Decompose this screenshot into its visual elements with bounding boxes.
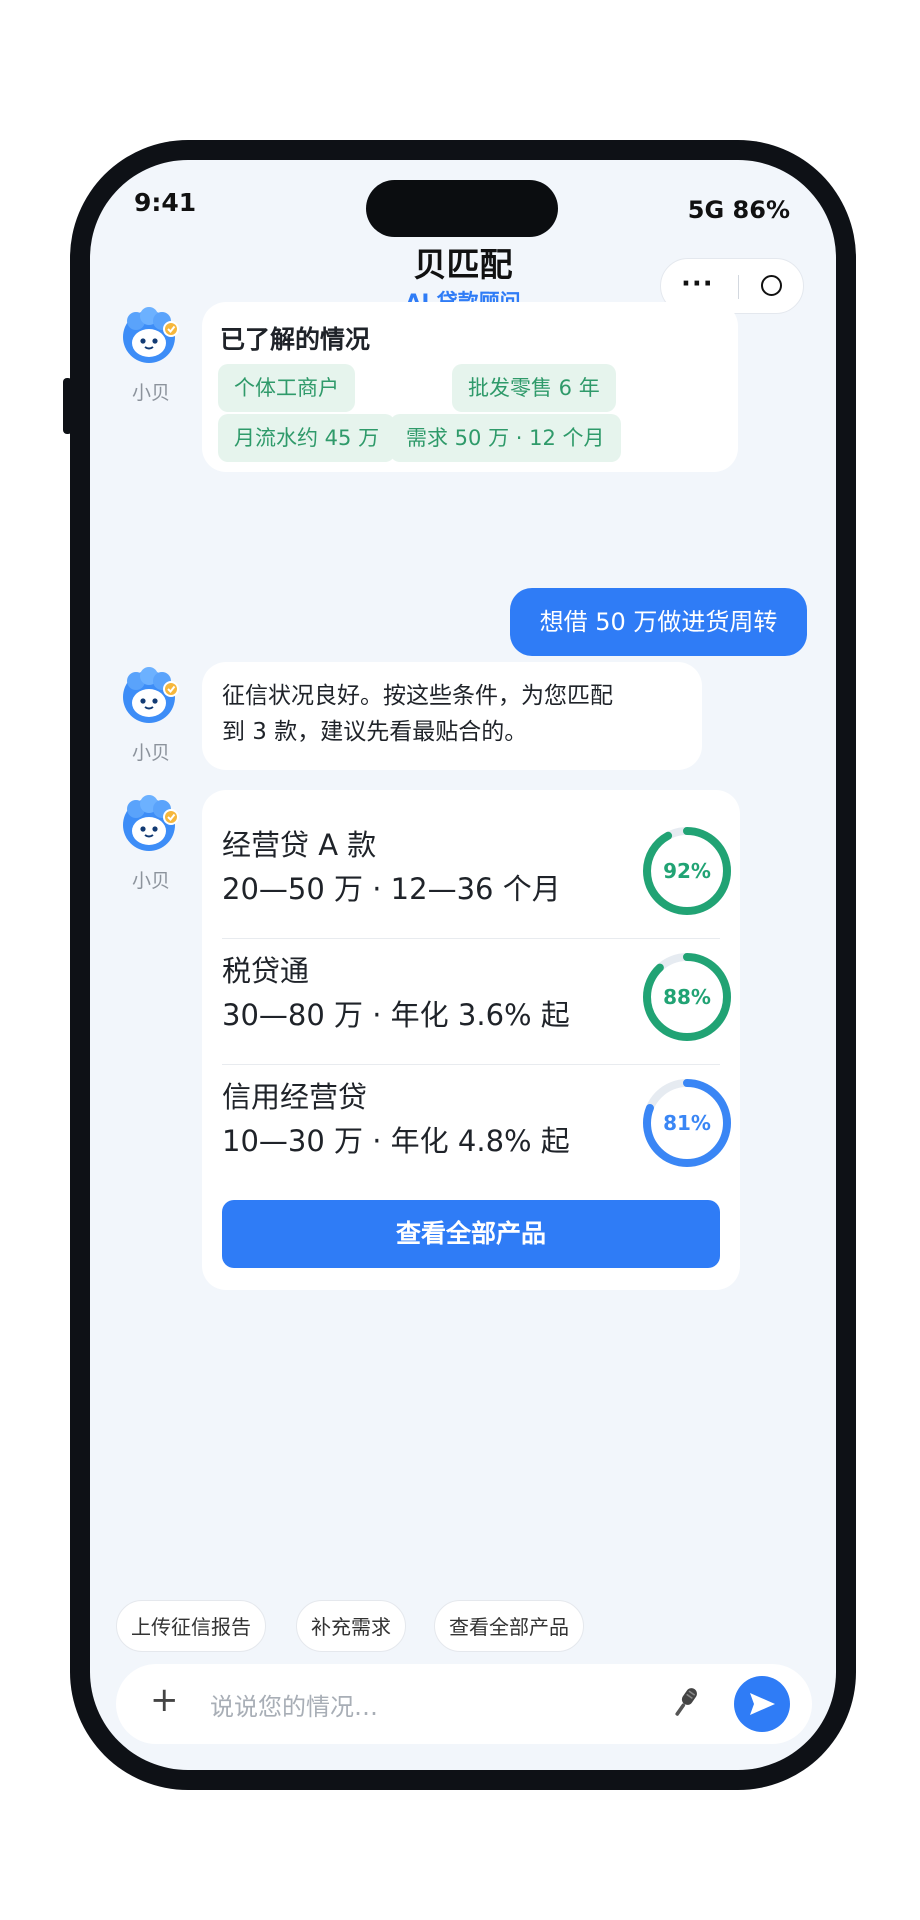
product-terms: 30—80 万 · 年化 3.6% 起 [222, 998, 570, 1032]
more-button[interactable]: ··· [681, 269, 721, 299]
info-tag: 月流水约 45 万 [218, 414, 396, 462]
plus-icon[interactable]: + [150, 1680, 179, 1720]
product-terms: 20—50 万 · 12—36 个月 [222, 872, 561, 906]
match-percent: 92% [663, 859, 711, 883]
match-percent: 88% [663, 985, 711, 1009]
quick-reply-add-requirements[interactable]: 补充需求 [296, 1600, 406, 1652]
assistant-avatar-block: 小贝 [120, 306, 182, 405]
product-name: 信用经营贷 [222, 1080, 368, 1114]
assistant-reply-bubble: 征信状况良好。按这些条件，为您匹配 到 3 款，建议先看最贴合的。 [202, 662, 702, 770]
product-list-card: 经营贷 A 款 20—50 万 · 12—36 个月 92% 税贷通 30—80… [202, 790, 740, 1290]
capsule-divider [738, 275, 739, 299]
row-divider [222, 938, 720, 939]
row-divider [222, 1064, 720, 1065]
message-input[interactable]: 说说您的情况… [210, 1687, 378, 1722]
assistant-avatar-block: 小贝 [120, 666, 182, 765]
assistant-reply-text: 征信状况良好。按这些条件，为您匹配 到 3 款，建议先看最贴合的。 [222, 678, 613, 750]
match-gauge: 92% [642, 826, 732, 916]
reply-line: 征信状况良好。按这些条件，为您匹配 [222, 683, 613, 709]
message-composer: + 说说您的情况… [116, 1664, 812, 1744]
product-terms: 10—30 万 · 年化 4.8% 起 [222, 1124, 570, 1158]
assistant-avatar-icon [123, 307, 179, 363]
product-name: 经营贷 A 款 [222, 828, 377, 862]
assistant-avatar-icon [123, 795, 179, 851]
send-arrow-icon [750, 1693, 775, 1715]
match-gauge: 88% [642, 952, 732, 1042]
assistant-name: 小贝 [131, 742, 170, 764]
send-button[interactable] [734, 1676, 790, 1732]
info-tag: 个体工商户 [218, 364, 355, 412]
assistant-name: 小贝 [131, 382, 170, 404]
view-all-products-button[interactable]: 查看全部产品 [222, 1200, 720, 1268]
assistant-name: 小贝 [131, 870, 170, 892]
info-tag: 需求 50 万 · 12 个月 [390, 414, 621, 462]
phone-frame: 9:41 5G 86% 贝匹配 AI 贷款顾问 ··· [70, 140, 856, 1790]
status-network-battery: 5G 86% [687, 196, 790, 224]
quick-reply-upload-credit-report[interactable]: 上传征信报告 [116, 1600, 266, 1652]
status-time: 9:41 [134, 188, 197, 217]
dynamic-island [366, 180, 558, 237]
info-tag: 批发零售 6 年 [452, 364, 616, 412]
known-info-card: 已了解的情况 个体工商户 批发零售 6 年 月流水约 45 万 需求 50 万 … [202, 302, 738, 472]
known-info-title: 已了解的情况 [220, 325, 371, 354]
assistant-avatar-icon [123, 667, 179, 723]
quick-reply-view-all-products[interactable]: 查看全部产品 [434, 1600, 584, 1652]
close-circle-icon[interactable] [761, 275, 782, 296]
match-gauge: 81% [642, 1078, 732, 1168]
user-message-bubble: 想借 50 万做进货周转 [510, 588, 807, 656]
phone-screen: 9:41 5G 86% 贝匹配 AI 贷款顾问 ··· [90, 160, 836, 1770]
product-name: 税贷通 [222, 954, 310, 988]
microphone-icon[interactable] [670, 1682, 700, 1722]
reply-line: 到 3 款，建议先看最贴合的。 [222, 719, 528, 745]
phone-side-button [63, 378, 72, 434]
assistant-avatar-block: 小贝 [120, 794, 182, 893]
match-percent: 81% [663, 1111, 711, 1135]
